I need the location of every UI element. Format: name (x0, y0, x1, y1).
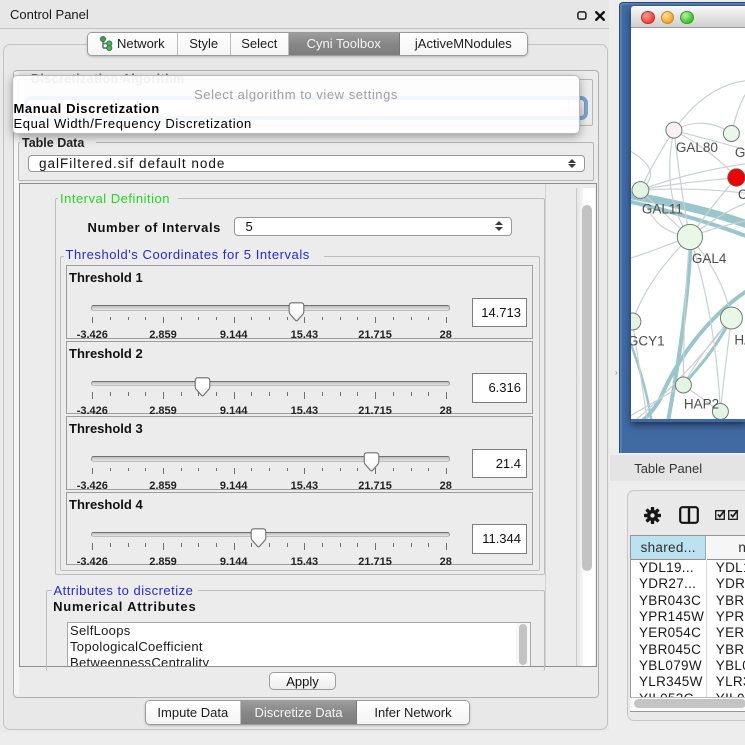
svg-text:HA: HA (734, 332, 745, 347)
svg-text:GAL80: GAL80 (676, 140, 718, 155)
svg-text:GAL1: GAL1 (735, 145, 745, 160)
svg-text:GCY1: GCY1 (631, 333, 665, 348)
svg-text:GAL11: GAL11 (642, 201, 683, 216)
svg-text:CY: CY (738, 187, 745, 202)
svg-text:HAP2: HAP2 (684, 396, 719, 411)
svg-text:GAL4: GAL4 (692, 251, 727, 266)
